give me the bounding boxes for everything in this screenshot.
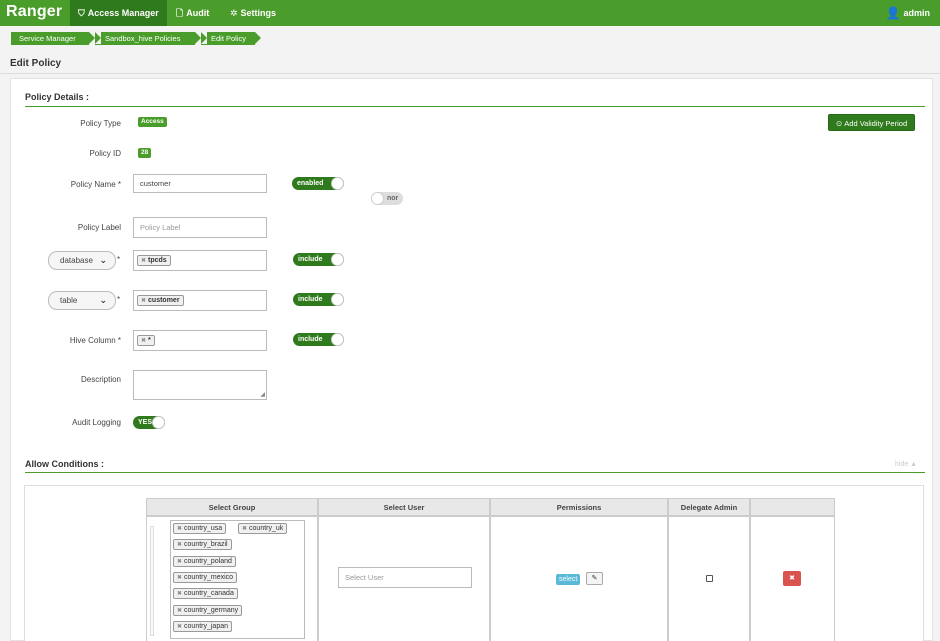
remove-icon[interactable]: ✖ [177,624,182,630]
tag-group[interactable]: ✖ country_mexico [173,572,238,583]
policy-name-input[interactable]: customer [133,174,267,193]
policy-id-badge: 28 [138,148,152,158]
policy-enabled-toggle[interactable]: enabled [292,177,344,190]
audit-logging-toggle[interactable]: YES [133,416,165,429]
required-star: * [117,295,121,304]
policy-panel: Policy Details : Policy Type Access ⊙ Add… [10,78,933,641]
tag-group[interactable]: ✖ country_uk [238,523,288,534]
tag-group[interactable]: ✖ country_germany [173,605,243,616]
hide-conditions-link[interactable]: hide ▲ [895,461,917,468]
close-icon: ✖ [789,575,795,582]
tag-group[interactable]: ✖ country_poland [173,556,236,567]
user-icon: 👤 [885,6,901,20]
hive-column-label: Hive Column * [69,336,121,345]
policy-name-label: Policy Name * [70,180,121,189]
file-icon: 🗋 [176,8,184,18]
required-star: * [117,255,121,264]
policy-normal-toggle[interactable]: nor [371,192,403,205]
breadcrumb-service-manager[interactable]: Service Manager [11,32,95,45]
toggle-knob [331,253,344,266]
nav-audit[interactable]: 🗋 Audit [168,0,217,26]
group-select-input[interactable]: ✖ country_usa ✖ country_uk ✖ country_brazil… [170,520,305,639]
section-divider [25,106,925,107]
policy-type-label: Policy Type [80,119,121,128]
remove-icon[interactable]: ✖ [177,526,182,532]
remove-icon[interactable]: ✖ [141,258,146,264]
remove-icon[interactable]: ✖ [177,559,182,565]
description-textarea[interactable]: ◢ [133,370,267,400]
delete-condition-button[interactable]: ✖ [783,571,801,586]
breadcrumb-sandbox-hive-policies[interactable]: Sandbox_hive Policies [95,32,201,45]
remove-icon[interactable]: ✖ [177,608,182,614]
top-navbar: Ranger ⛉ Access Manager 🗋 Audit ✲ Settings … [0,0,940,26]
description-label: Description [80,375,121,384]
policy-label-input[interactable]: Policy Label [133,217,267,238]
divider [0,73,940,74]
tag-group[interactable]: ✖ country_canada [173,588,238,599]
tag-group[interactable]: ✖ country_japan [173,621,233,632]
toggle-knob [152,416,165,429]
gear-icon: ✲ [230,8,238,18]
table-include-toggle[interactable]: include [293,293,344,306]
toggle-knob [331,333,344,346]
tag-tpcds[interactable]: ✖ tpcds [137,255,171,266]
breadcrumb-edit-policy[interactable]: Edit Policy [201,32,261,45]
hive-column-input[interactable]: ✖ * [133,330,267,351]
tag-all-columns[interactable]: ✖ * [137,335,155,346]
policy-type-badge: Access [138,117,167,127]
edit-permissions-button[interactable]: ✎ [586,572,603,585]
allow-conditions-title: Allow Conditions : [25,459,104,469]
policy-id-label: Policy ID [89,149,121,158]
toggle-knob [331,293,344,306]
user-select-input[interactable]: Select User [338,567,472,588]
column-include-toggle[interactable]: include [293,333,344,346]
resource-type-select-table[interactable]: table ⌄ [48,291,116,310]
remove-icon[interactable]: ✖ [141,338,146,344]
allow-conditions-box: Select Group Select User Permissions Del… [24,485,924,641]
brand-logo[interactable]: Ranger [6,3,62,21]
nav-access-manager[interactable]: ⛉ Access Manager [70,0,167,26]
remove-icon[interactable]: ✖ [242,526,247,532]
toggle-knob [371,192,384,205]
policy-details-title: Policy Details : [25,92,90,102]
add-validity-period-button[interactable]: ⊙ Add Validity Period [828,114,916,131]
chevron-down-icon: ⌄ [99,255,107,265]
resource-type-select-database[interactable]: database ⌄ [48,251,116,270]
remove-icon[interactable]: ✖ [177,542,182,548]
page-title: Edit Policy [10,58,62,69]
toggle-knob [331,177,344,190]
user-menu[interactable]: 👤 admin [886,0,930,26]
tag-group[interactable]: ✖ country_brazil [173,539,232,550]
tag-customer[interactable]: ✖ customer [137,295,184,306]
column-header-delegate-admin: Delegate Admin [668,498,750,516]
database-input[interactable]: ✖ tpcds [133,250,267,271]
database-include-toggle[interactable]: include [293,253,344,266]
resize-handle-icon[interactable]: ◢ [260,391,265,398]
pencil-icon: ✎ [591,575,598,582]
tag-group[interactable]: ✖ country_usa [173,523,227,534]
shield-icon: ⛉ [78,8,85,18]
column-header-permissions: Permissions [490,498,668,516]
permission-badge-select: select [556,574,581,585]
nav-settings[interactable]: ✲ Settings [222,0,284,26]
chevron-down-icon: ⌄ [99,295,107,305]
remove-icon[interactable]: ✖ [177,591,182,597]
section-divider [25,472,925,473]
remove-icon[interactable]: ✖ [177,575,182,581]
column-header-select-user: Select User [318,498,490,516]
audit-logging-label: Audit Logging [72,418,121,427]
drag-handle[interactable] [150,526,154,636]
remove-icon[interactable]: ✖ [141,298,146,304]
column-header-select-group: Select Group [146,498,318,516]
policy-label-label: Policy Label [77,223,121,232]
clock-icon: ⊙ [836,119,843,128]
table-input[interactable]: ✖ customer [133,290,267,311]
delegate-admin-checkbox[interactable] [706,575,713,582]
column-header-actions [750,498,835,516]
